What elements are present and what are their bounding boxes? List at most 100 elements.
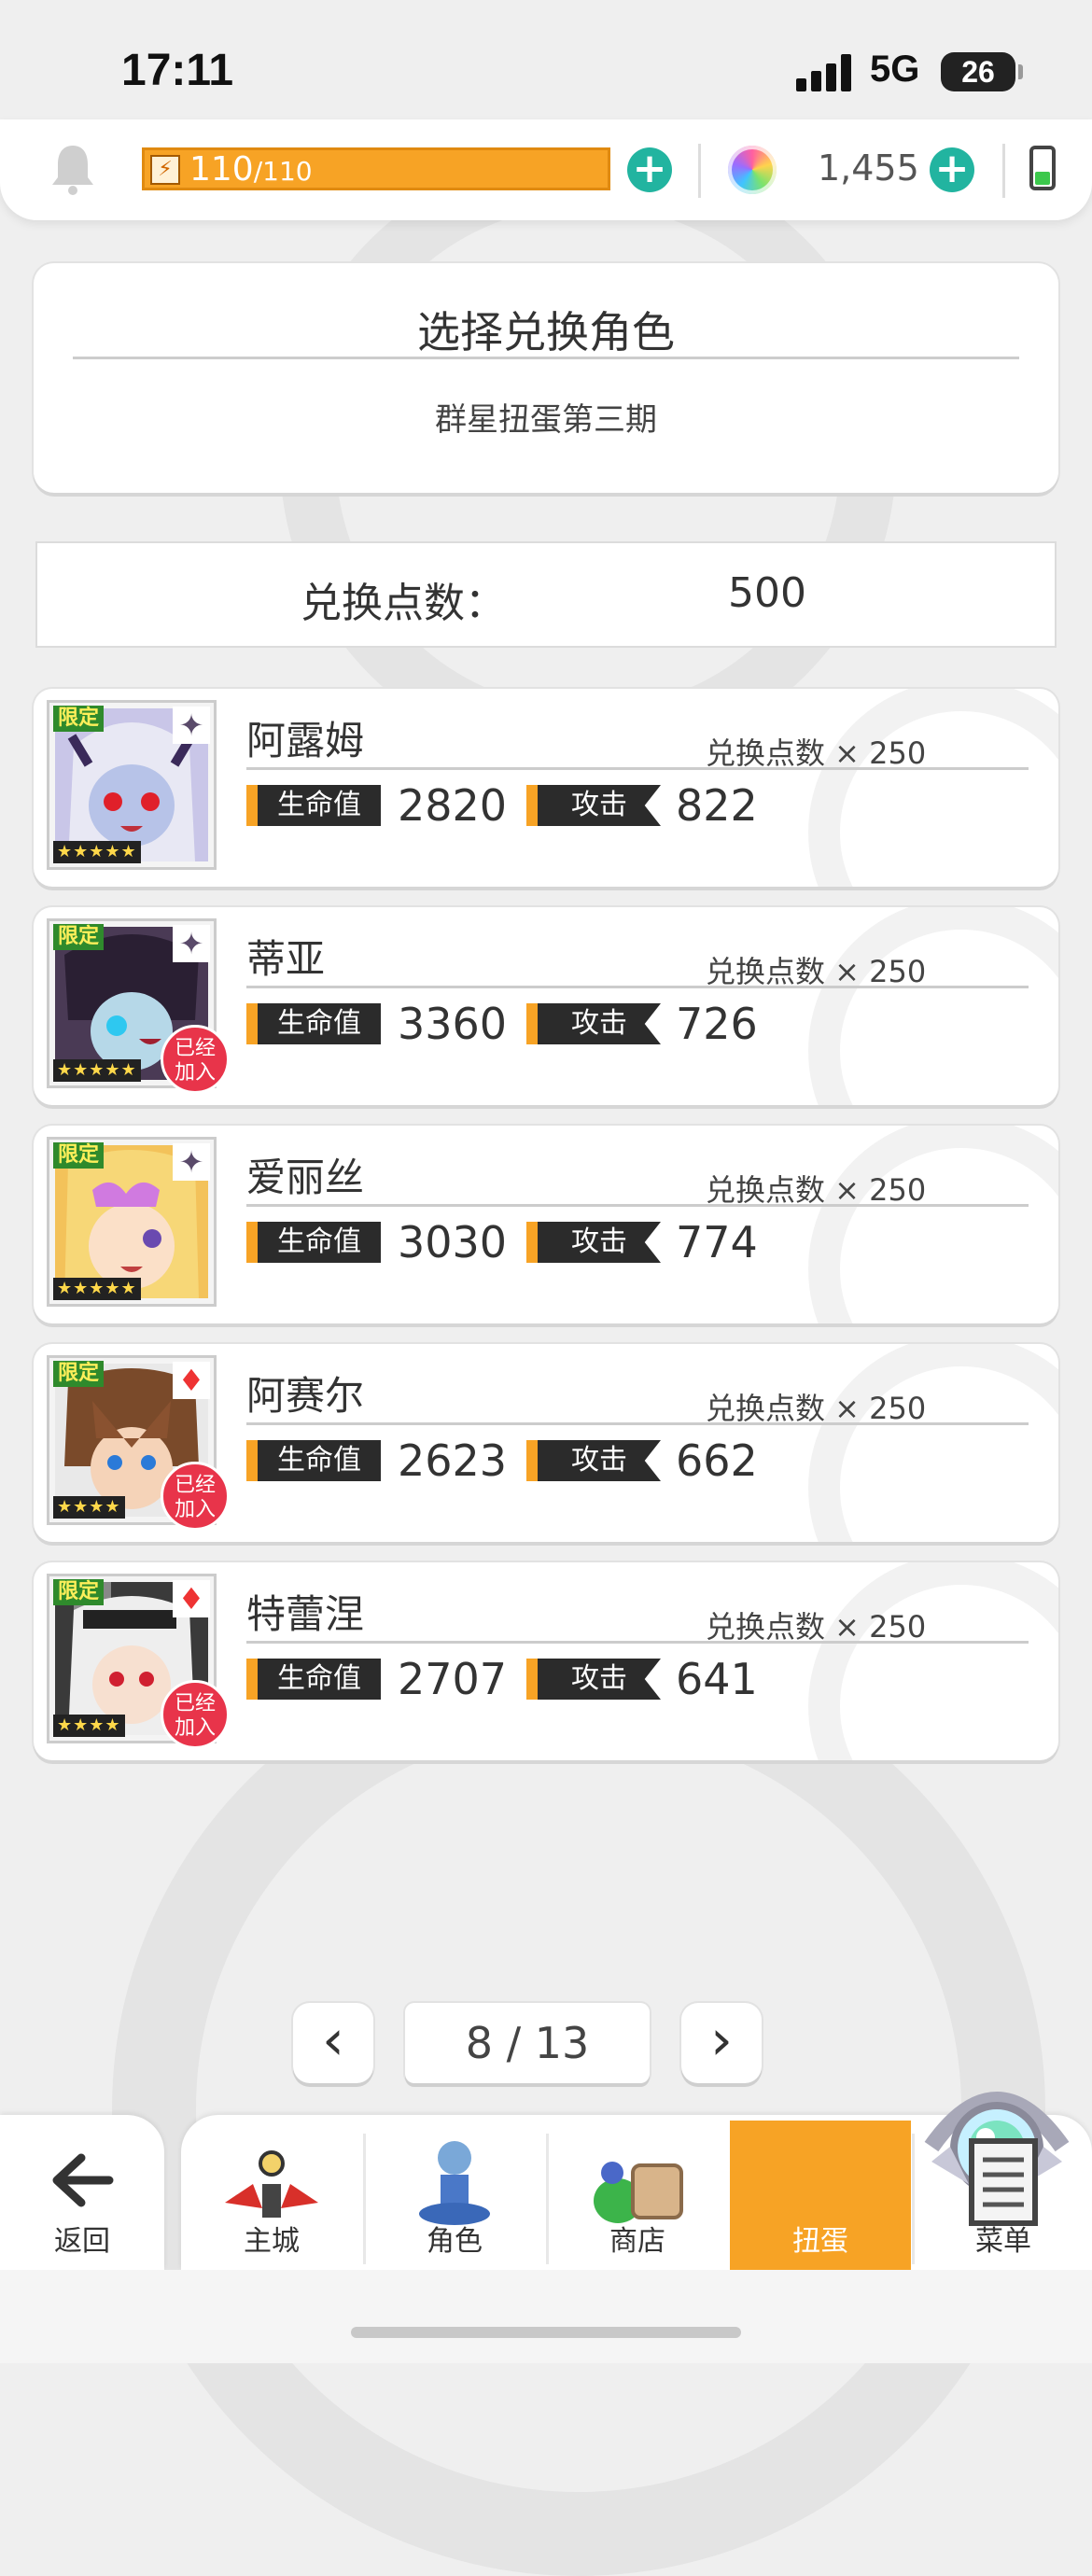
next-page-button[interactable]: › — [681, 2003, 762, 2083]
battery-icon: 26 — [941, 52, 1023, 91]
suit-spade-icon: ✦ — [173, 925, 210, 962]
status-time: 17:11 — [121, 46, 234, 95]
points-value: 500 — [728, 569, 806, 617]
bottom-navigation: 返回 主城 角色 商店 扭蛋 菜单 — [0, 2092, 1092, 2270]
network-label: 5G — [870, 49, 920, 90]
nav-item-characters[interactable]: 角色 — [364, 2121, 545, 2270]
character-icon — [419, 2141, 490, 2225]
attack-label: 攻击 — [526, 1222, 661, 1263]
hp-value: 2820 — [398, 780, 508, 831]
hp-label: 生命值 — [246, 1659, 381, 1700]
character-card[interactable]: 限定 ✦ ★★★★★ 阿露姆 兑换点数 × 250 生命值 2820 攻击 82… — [34, 689, 1058, 887]
suit-spade-icon: ✦ — [173, 1143, 210, 1181]
card-emblem — [808, 1562, 1058, 1760]
suit-spade-icon: ✦ — [173, 707, 210, 744]
hp-label: 生命值 — [246, 1222, 381, 1263]
character-card[interactable]: 限定 ✦ ★★★★★ 已经 加入 蒂亚 兑换点数 × 250 生命值 3360 … — [34, 907, 1058, 1105]
character-name: 特蕾涅 — [246, 1591, 365, 1637]
rarity-stars: ★★★★ — [53, 1496, 125, 1519]
menu-list-icon — [969, 2138, 1038, 2226]
bell-icon[interactable] — [47, 140, 99, 196]
nav-item-shop[interactable]: 商店 — [547, 2121, 728, 2270]
nav-item-menu[interactable]: 菜单 — [913, 2121, 1092, 2270]
character-card[interactable]: 限定 ♦ ★★★★ 已经 加入 阿赛尔 兑换点数 × 250 生命值 2623 … — [34, 1344, 1058, 1542]
card-emblem — [808, 907, 1058, 1105]
device-battery-icon — [1029, 146, 1056, 190]
gem-count: 1,455 — [818, 147, 919, 189]
points-panel: 兑换点数： 500 — [35, 541, 1057, 648]
limited-tag: 限定 — [53, 1142, 105, 1169]
limited-tag: 限定 — [53, 1361, 105, 1387]
lightning-icon: ⚡ — [150, 155, 180, 185]
hp-label: 生命值 — [246, 1003, 381, 1044]
name-divider — [246, 767, 1029, 770]
add-gems-button[interactable]: + — [930, 147, 974, 192]
hp-label: 生命值 — [246, 785, 381, 826]
name-divider — [246, 1422, 1029, 1425]
attack-label: 攻击 — [526, 785, 661, 826]
nav-label-characters: 角色 — [427, 2225, 483, 2258]
attack-value: 641 — [676, 1654, 758, 1704]
page-title: 选择兑换角色 — [417, 307, 675, 357]
nav-label-shop: 商店 — [609, 2225, 665, 2258]
title-panel: 选择兑换角色 群星扭蛋第三期 — [34, 263, 1058, 493]
energy-value: 110/110 — [189, 150, 313, 191]
page-indicator: 8 / 13 — [405, 2003, 650, 2083]
nav-item-gacha[interactable]: 扭蛋 — [730, 2121, 911, 2270]
rarity-stars: ★★★★★ — [53, 1059, 141, 1082]
attack-value: 662 — [676, 1435, 758, 1486]
limited-tag: 限定 — [53, 924, 105, 950]
hp-value: 2623 — [398, 1435, 508, 1486]
name-divider — [246, 1641, 1029, 1644]
hp-value: 3360 — [398, 999, 508, 1049]
back-label: 返回 — [54, 2225, 110, 2258]
card-emblem — [808, 1344, 1058, 1542]
resource-bar: ⚡ 110/110 + 1,455 + — [0, 119, 1092, 220]
points-label: 兑换点数： — [301, 580, 506, 627]
divider — [1002, 144, 1005, 198]
home-area — [0, 2270, 1092, 2363]
prev-page-button[interactable]: ‹ — [293, 2003, 373, 2083]
card-emblem — [808, 1126, 1058, 1323]
name-divider — [246, 1204, 1029, 1207]
add-energy-button[interactable]: + — [627, 147, 672, 192]
character-card[interactable]: 限定 ♦ ★★★★ 已经 加入 特蕾涅 兑换点数 × 250 生命值 2707 … — [34, 1562, 1058, 1760]
shop-bag-icon — [594, 2162, 683, 2223]
energy-current: 110 — [189, 150, 254, 189]
name-divider — [246, 986, 1029, 988]
signal-icon — [796, 54, 854, 91]
page-subtitle: 群星扭蛋第三期 — [435, 401, 657, 439]
nav-label-menu: 菜单 — [975, 2225, 1031, 2258]
character-name: 爱丽丝 — [246, 1155, 365, 1200]
limited-tag: 限定 — [53, 1579, 105, 1605]
attack-value: 774 — [676, 1217, 758, 1267]
nav-item-main-city[interactable]: 主城 — [181, 2121, 362, 2270]
rarity-stars: ★★★★★ — [53, 841, 141, 863]
nav-panel: 主城 角色 商店 扭蛋 菜单 — [181, 2092, 1092, 2270]
attack-value: 726 — [676, 999, 758, 1049]
gem-icon — [728, 146, 777, 194]
back-button[interactable]: 返回 — [0, 2115, 164, 2270]
character-card[interactable]: 限定 ✦ ★★★★★ 爱丽丝 兑换点数 × 250 生命值 3030 攻击 77… — [34, 1126, 1058, 1323]
home-indicator[interactable] — [351, 2327, 741, 2338]
hp-value: 2707 — [398, 1654, 508, 1704]
joined-badge: 已经 加入 — [161, 1680, 230, 1749]
rarity-stars: ★★★★★ — [53, 1278, 141, 1300]
joined-badge: 已经 加入 — [161, 1462, 230, 1531]
nav-label-gacha: 扭蛋 — [792, 2225, 848, 2258]
character-name: 阿赛尔 — [246, 1373, 365, 1419]
joined-badge: 已经 加入 — [161, 1025, 230, 1094]
rarity-stars: ★★★★ — [53, 1715, 125, 1737]
background-emblem-lower — [112, 1643, 1045, 2576]
attack-label: 攻击 — [526, 1440, 661, 1481]
energy-bar: ⚡ 110/110 — [142, 147, 610, 190]
back-arrow-icon — [52, 2153, 114, 2207]
nav-label-main-city: 主城 — [244, 2225, 300, 2258]
title-divider — [73, 357, 1019, 359]
character-avatar: 限定 ✦ ★★★★★ — [47, 700, 217, 870]
status-bar: 17:11 5G 26 — [0, 0, 1092, 121]
attack-label: 攻击 — [526, 1003, 661, 1044]
attack-label: 攻击 — [526, 1659, 661, 1700]
suit-diamond-icon: ♦ — [173, 1362, 210, 1399]
card-emblem — [808, 689, 1058, 887]
